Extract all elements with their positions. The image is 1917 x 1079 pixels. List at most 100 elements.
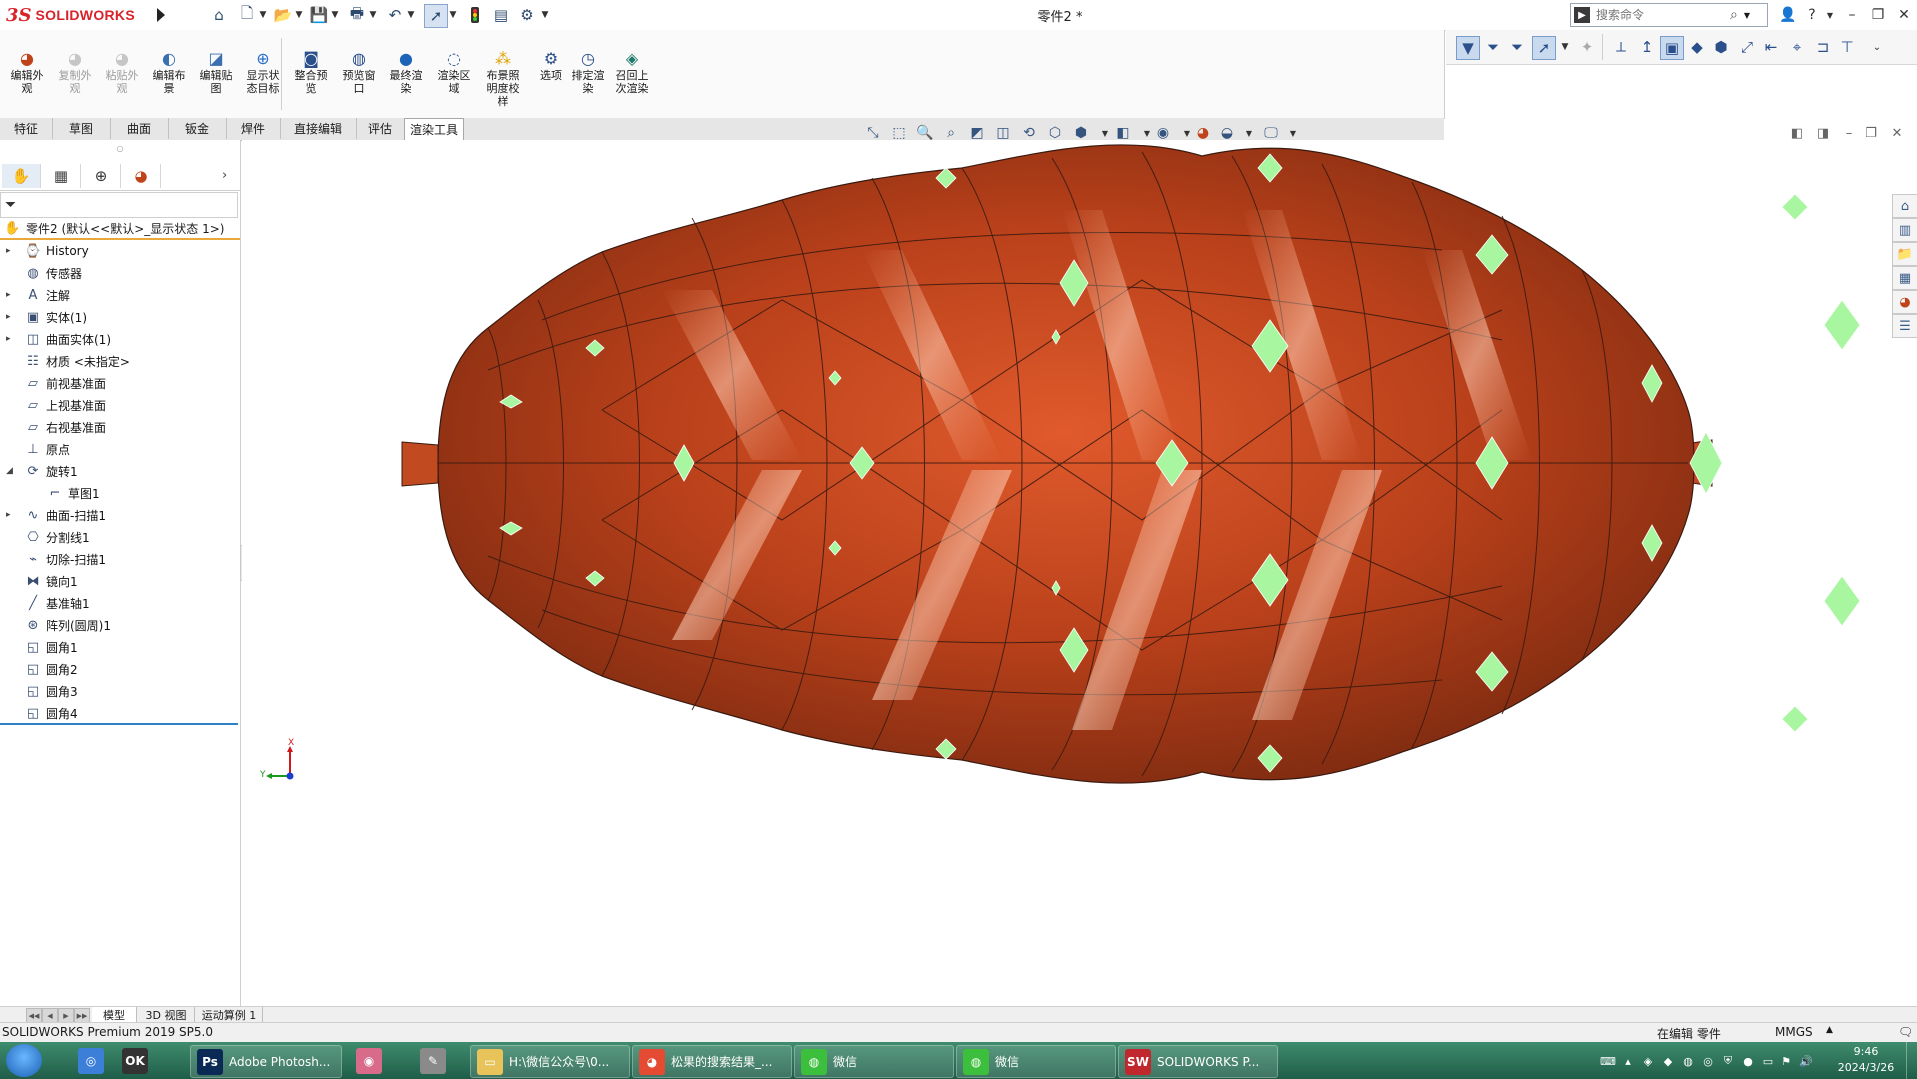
taskbar-item[interactable]: Ps Adobe Photosh... [190, 1045, 342, 1078]
edit-appearance-button[interactable]: ◕ 编辑外 观 [4, 48, 50, 118]
system-clock[interactable]: 9:46 2024/3/26 [1828, 1044, 1904, 1076]
tree-filter-box[interactable]: ⏷ [0, 192, 238, 218]
tree-item[interactable]: ╱ 基准轴1 [0, 592, 240, 614]
appearances-scenes-icon[interactable]: ◕ [1892, 290, 1917, 314]
tree-item[interactable]: ◢ ⟳ 旋转1 [0, 460, 240, 482]
save-icon[interactable]: 💾 [308, 4, 330, 26]
edit-decal-button[interactable]: ◪ 编辑贴 图 [193, 48, 239, 118]
tree-item[interactable]: ◱ 圆角2 [0, 658, 240, 680]
user-icon[interactable]: 👤 [1776, 4, 1800, 26]
tab-2[interactable]: 曲面 [110, 118, 169, 139]
tree-item[interactable]: ▸ ⌚ History [0, 240, 240, 262]
next-tab-icon[interactable]: ▶ [58, 1008, 74, 1023]
windows-start-button[interactable] [6, 1044, 42, 1077]
tree-item[interactable]: ☷ 材质 <未指定> [0, 350, 240, 372]
expand-arrow-icon[interactable]: ▸ [6, 246, 16, 256]
gear-icon[interactable]: ⚙ [516, 4, 538, 26]
tab-7[interactable]: 渲染工具 [404, 118, 464, 140]
custom-properties-icon[interactable]: ☰ [1892, 314, 1917, 338]
chevron-down-icon[interactable]: ▼ [294, 4, 304, 26]
tree-item[interactable]: ▱ 右视基准面 [0, 416, 240, 438]
wechat-tray-icon[interactable]: ◍ [1680, 1053, 1696, 1069]
configuration-manager-tab-icon[interactable]: ⊕ [82, 164, 121, 188]
bottom-tab-1[interactable]: 3D 视图 [138, 1007, 195, 1022]
first-tab-icon[interactable]: ◀◀ [26, 1008, 42, 1023]
axis-filter-icon[interactable]: ↥ [1636, 36, 1658, 58]
tab-4[interactable]: 焊件 [226, 118, 281, 139]
rollback-bar[interactable] [0, 723, 238, 725]
select-pointer-icon[interactable]: ➚ [424, 4, 448, 28]
network-icon[interactable]: ◈ [1640, 1053, 1656, 1069]
tree-item[interactable]: ▱ 上视基准面 [0, 394, 240, 416]
chevron-up-icon[interactable]: ▲ [1826, 1025, 1833, 1035]
volume-icon[interactable]: 🔊 [1798, 1053, 1814, 1069]
point-filter-icon[interactable]: ⌖ [1786, 36, 1808, 58]
bottom-tab-2[interactable]: 运动算例 1 [196, 1007, 263, 1022]
menu-expand-arrow[interactable] [156, 6, 166, 24]
traffic-light-icon[interactable] [464, 4, 486, 26]
feature-manager-tab-icon[interactable]: ✋ [2, 164, 41, 188]
chevron-down-icon[interactable]: ▼ [1744, 11, 1750, 20]
graphics-viewport[interactable]: X Y [242, 140, 1917, 1006]
tab-0[interactable]: 特征 [0, 118, 53, 139]
recall-last-render-button[interactable]: ◈ 召回上 次渲染 [609, 48, 655, 118]
filter-toggle-icon[interactable]: ▼ [1456, 36, 1480, 60]
collapse-arrow-icon[interactable]: ◢ [6, 466, 16, 476]
chevron-down-icon[interactable]: ▼ [258, 4, 268, 26]
tree-item[interactable]: ⊥ 原点 [0, 438, 240, 460]
edit-scene-button[interactable]: ◐ 编辑布 景 [146, 48, 192, 118]
expand-arrow-icon[interactable]: ▸ [6, 334, 16, 344]
chevron-double-down-icon[interactable]: ⌄ [1866, 36, 1888, 58]
curve-filter-icon[interactable]: ⤢ [1736, 36, 1758, 58]
filter-faces-icon[interactable]: ⏷ [1506, 36, 1528, 58]
taskbar-item[interactable]: ◎ [72, 1045, 112, 1076]
search-icon[interactable]: ⌕ [1730, 7, 1738, 23]
chevron-down-icon[interactable]: ▼ [406, 4, 416, 26]
tray-expand-icon[interactable]: ▴ [1620, 1053, 1636, 1069]
minimize-icon[interactable]: – [1840, 4, 1864, 26]
tree-item[interactable]: ◍ 传感器 [0, 262, 240, 284]
taskbar-item[interactable]: ◕ 松果的搜索结果_... [632, 1045, 792, 1078]
file-explorer-icon[interactable]: 📁 [1892, 242, 1917, 266]
tab-3[interactable]: 钣金 [168, 118, 227, 139]
show-desktop-button[interactable] [1906, 1042, 1917, 1079]
expand-arrow-icon[interactable]: ▸ [6, 510, 16, 520]
chevron-down-icon[interactable]: ▼ [540, 4, 550, 26]
new-document-icon[interactable]: 🗋 [236, 4, 258, 26]
comment-icon[interactable]: 🗨 [1898, 1025, 1913, 1039]
tree-root-part[interactable]: ✋ 零件2 (默认<<默认>_显示状态 1>) [0, 218, 240, 240]
chevron-right-icon[interactable]: › [222, 168, 227, 183]
search-command-box[interactable]: ▶ ⌕ ▼ [1570, 3, 1768, 27]
chevron-down-icon[interactable]: ▼ [330, 4, 340, 26]
solidworks-resources-icon[interactable]: ⌂ [1892, 194, 1917, 218]
display-tray-icon[interactable]: ▭ [1760, 1053, 1776, 1069]
tree-item[interactable]: ⊛ 阵列(圆周)1 [0, 614, 240, 636]
last-tab-icon[interactable]: ▶▶ [74, 1008, 90, 1023]
tree-item[interactable]: ▸ ∿ 曲面-扫描1 [0, 504, 240, 526]
surface-filter-icon[interactable]: ◆ [1686, 36, 1708, 58]
face-filter-icon[interactable]: ▣ [1660, 36, 1684, 60]
filter-edges-icon[interactable]: ⏷ [1482, 36, 1504, 58]
taskbar-item[interactable]: OK [116, 1045, 168, 1076]
taskbar-item[interactable]: ▭ H:\微信公众号\0... [470, 1045, 630, 1078]
dimension-filter-icon[interactable]: ⇤ [1760, 36, 1782, 58]
design-library-icon[interactable]: ▥ [1892, 218, 1917, 242]
tree-item[interactable]: ◱ 圆角1 [0, 636, 240, 658]
chevron-down-icon[interactable]: ▼ [1818, 4, 1842, 26]
close-icon[interactable]: ✕ [1892, 4, 1916, 26]
keyboard-icon[interactable]: ⌨ [1600, 1053, 1616, 1069]
undo-icon[interactable]: ↶ [384, 4, 406, 26]
scene-illumination-proof-button[interactable]: ⁂ 布景照 明度校 样 [480, 48, 526, 118]
chevron-down-icon[interactable]: ▼ [448, 4, 458, 26]
sketch-filter-icon[interactable]: ⊤ [1836, 36, 1858, 58]
tree-item[interactable]: ⧓ 镜向1 [0, 570, 240, 592]
tree-item[interactable]: ⌐ 草图1 [0, 482, 240, 504]
vertex-filter-icon[interactable]: ⟂ [1610, 36, 1632, 58]
property-manager-tab-icon[interactable]: ▦ [42, 164, 81, 188]
view-palette-icon[interactable]: ▦ [1892, 266, 1917, 290]
flag-icon[interactable]: ⚑ [1778, 1053, 1794, 1069]
open-folder-icon[interactable]: 📂 [272, 4, 294, 26]
preview-window-button[interactable]: ◍ 预览窗 口 [336, 48, 382, 118]
expand-arrow-icon[interactable]: ▸ [6, 312, 16, 322]
bottom-tab-0[interactable]: 模型 [92, 1007, 137, 1022]
